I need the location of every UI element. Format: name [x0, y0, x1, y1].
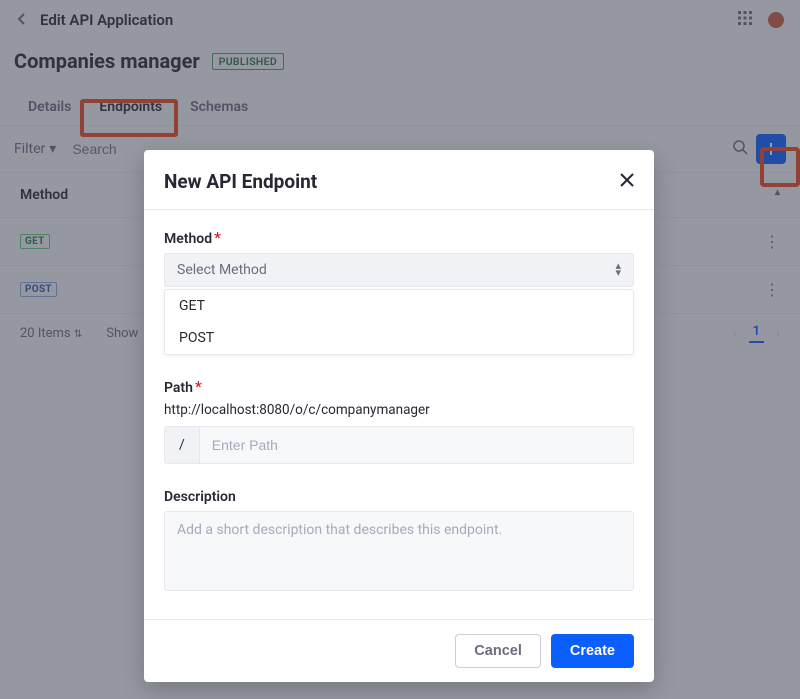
- path-label: Path: [164, 380, 193, 396]
- description-label: Description: [164, 489, 236, 505]
- modal-body: Method* Select Method ▴▾ GET POST Path* …: [144, 210, 654, 619]
- required-marker: *: [214, 228, 221, 247]
- new-endpoint-modal: New API Endpoint Method* Select Method ▴…: [144, 150, 654, 682]
- path-field: Path* http://localhost:8080/o/c/companym…: [164, 377, 634, 464]
- description-field: Description: [164, 486, 634, 595]
- path-prefix: /: [165, 427, 200, 463]
- method-option-get[interactable]: GET: [165, 290, 633, 322]
- method-option-post[interactable]: POST: [165, 322, 633, 354]
- method-select[interactable]: Select Method ▴▾: [164, 253, 634, 287]
- method-label: Method: [164, 231, 212, 247]
- method-dropdown: GET POST: [164, 289, 634, 355]
- modal-header: New API Endpoint: [144, 150, 654, 210]
- select-arrows-icon: ▴▾: [615, 263, 621, 276]
- required-marker: *: [195, 377, 202, 396]
- modal-footer: Cancel Create: [144, 619, 654, 682]
- close-icon[interactable]: [620, 171, 634, 192]
- method-field: Method* Select Method ▴▾ GET POST: [164, 228, 634, 355]
- modal-title: New API Endpoint: [164, 170, 317, 193]
- description-textarea[interactable]: [164, 511, 634, 591]
- path-input-group: /: [164, 426, 634, 464]
- create-button[interactable]: Create: [551, 634, 634, 668]
- cancel-button[interactable]: Cancel: [455, 634, 541, 668]
- method-select-placeholder: Select Method: [177, 262, 267, 278]
- path-input[interactable]: [200, 427, 633, 463]
- path-base-url: http://localhost:8080/o/c/companymanager: [164, 402, 634, 418]
